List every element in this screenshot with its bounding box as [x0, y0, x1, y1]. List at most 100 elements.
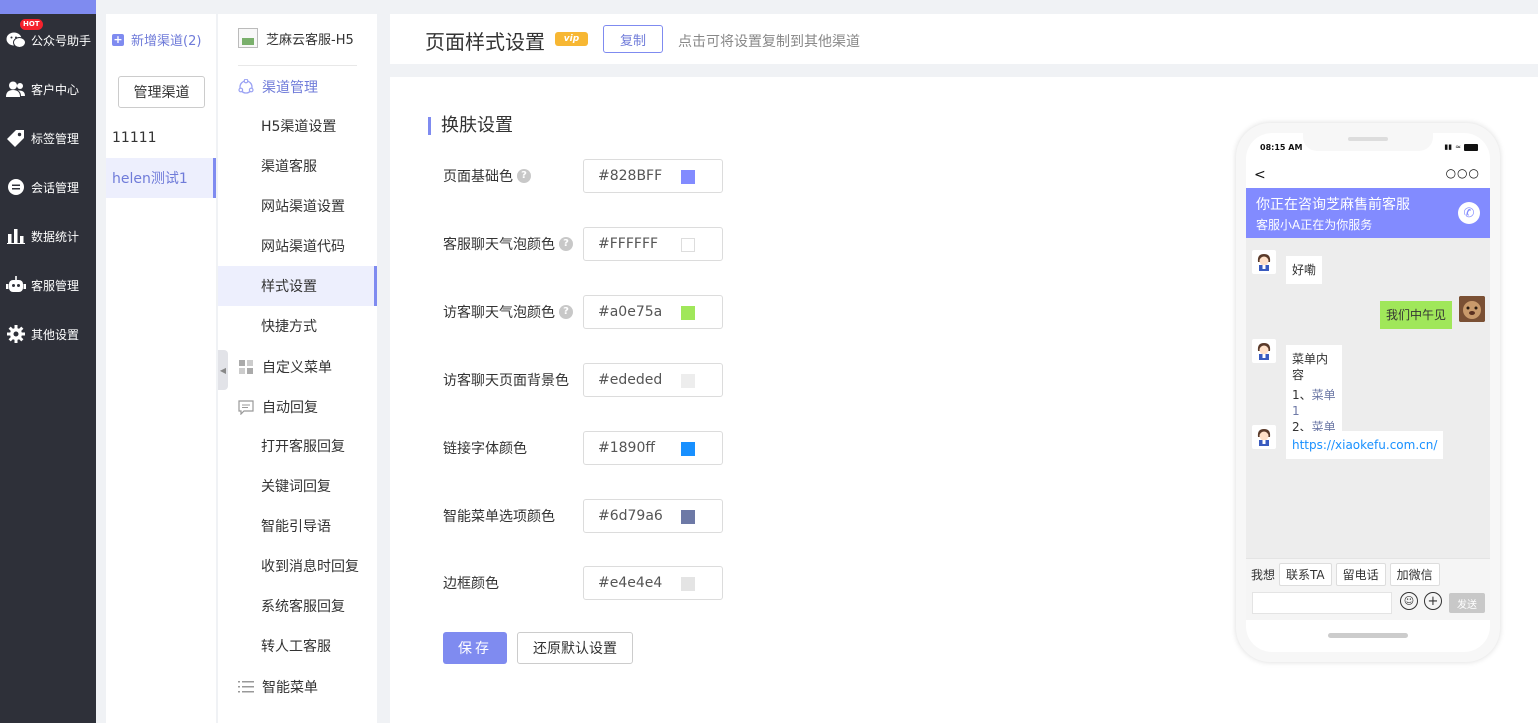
copy-hint: 点击可将设置复制到其他渠道 — [678, 34, 860, 50]
list-icon — [238, 679, 254, 695]
section-title: 换肤设置 — [428, 117, 513, 135]
color-swatch[interactable] — [681, 374, 695, 388]
banner-title: 你正在咨询芝麻售前客服 — [1256, 197, 1410, 213]
nav-item-label: 标签管理 — [31, 131, 80, 146]
menu-item-web-settings[interactable]: 网站渠道设置 — [218, 186, 377, 226]
row-label-link-color: 链接字体颜色 — [443, 441, 527, 457]
bar-chart-icon — [6, 226, 26, 246]
nav-item-label: 公众号助手 — [31, 33, 92, 48]
color-input-agent-bubble[interactable]: #FFFFFF — [583, 227, 723, 261]
menu-item-h5-settings[interactable]: H5渠道设置 — [218, 106, 377, 146]
help-icon[interactable]: ? — [559, 305, 573, 319]
color-input-menu-option[interactable]: #6d79a6 — [583, 499, 723, 533]
left-nav-topbar — [0, 0, 96, 14]
agent-avatar — [1252, 250, 1276, 274]
nav-item-label: 其他设置 — [31, 327, 80, 342]
robot-icon — [6, 275, 26, 295]
nav-item-stats[interactable]: 数据统计 — [0, 221, 96, 251]
nav-item-sessions[interactable]: 会话管理 — [0, 172, 96, 202]
status-time: 08:15 AM — [1260, 143, 1303, 152]
send-button[interactable]: 发送 — [1449, 593, 1485, 613]
channel-item[interactable]: 11111 — [106, 118, 216, 158]
menu-item-web-code[interactable]: 网站渠道代码 — [218, 226, 377, 266]
add-icon[interactable]: + — [1424, 592, 1442, 610]
phone-notch — [1303, 133, 1433, 151]
phone-preview: 08:15 AM ▮▮ ≈ < ○○○ 你正在咨询芝麻售前客服 客服小A正在为你服… — [1236, 123, 1500, 662]
color-swatch[interactable] — [681, 306, 695, 320]
color-input-visitor-bubble[interactable]: #a0e75a — [583, 295, 723, 329]
page-header: 页面样式设置 vip 复制 点击可将设置复制到其他渠道 — [390, 14, 1538, 64]
menu-item-smart-guide[interactable]: 智能引导语 — [218, 506, 377, 546]
quick-reply-label: 我想 — [1251, 568, 1276, 582]
app-name: 芝麻云客服-H5 — [266, 32, 354, 48]
color-input-base[interactable]: #828BFF — [583, 159, 723, 193]
help-icon[interactable]: ? — [559, 237, 573, 251]
back-icon[interactable]: < — [1254, 167, 1266, 183]
wifi-icon: ≈ — [1455, 143, 1461, 151]
nav-item-label: 客服管理 — [31, 278, 80, 293]
visitor-message: 我们中午见 — [1380, 301, 1453, 329]
emoji-icon[interactable]: ☺ — [1400, 592, 1418, 610]
chat-area: 好嘞 我们中午见 菜单内容 1、菜单1 2、菜单2 https://xiaoke… — [1246, 238, 1490, 558]
reset-default-button[interactable]: 还原默认设置 — [517, 632, 633, 664]
home-indicator — [1328, 633, 1408, 638]
color-swatch[interactable] — [681, 510, 695, 524]
nav-item-customers[interactable]: 客户中心 — [0, 74, 96, 104]
message-input[interactable] — [1252, 592, 1392, 614]
menu-item-channel-agents[interactable]: 渠道客服 — [218, 146, 377, 186]
nav-item-agents[interactable]: 客服管理 — [0, 270, 96, 300]
color-swatch[interactable] — [681, 577, 695, 591]
menu-item-system-reply[interactable]: 系统客服回复 — [218, 586, 377, 626]
menu-group-label: 渠道管理 — [262, 80, 318, 96]
menu-item-shortcuts[interactable]: 快捷方式 — [218, 306, 377, 346]
signal-icon: ▮▮ — [1444, 143, 1453, 151]
menu-item-keyword-reply[interactable]: 关键词回复 — [218, 466, 377, 506]
app-logo-icon — [238, 28, 258, 48]
divider — [238, 65, 357, 66]
nav-item-other-settings[interactable]: 其他设置 — [0, 319, 96, 349]
add-channel-button[interactable]: + 新增渠道(2) — [112, 30, 201, 49]
quick-contact-button[interactable]: 联系TA — [1279, 563, 1332, 586]
menu-group-custom-menu[interactable]: 自定义菜单 — [218, 347, 377, 387]
help-icon[interactable]: ? — [517, 169, 531, 183]
row-label-visitor-bubble: 访客聊天气泡颜色? — [443, 295, 573, 329]
quick-phone-button[interactable]: 留电话 — [1335, 563, 1386, 586]
manage-channels-button[interactable]: 管理渠道 — [118, 76, 205, 108]
phone-call-icon[interactable]: ✆ — [1458, 202, 1480, 224]
copy-button[interactable]: 复制 — [603, 25, 663, 53]
menu-item-receive-reply[interactable]: 收到消息时回复 — [218, 546, 377, 586]
color-swatch[interactable] — [681, 442, 695, 456]
menu-title: 菜单内容 — [1292, 352, 1329, 382]
vip-badge: vip — [555, 32, 588, 46]
agent-avatar — [1252, 425, 1276, 449]
nav-item-tags[interactable]: 标签管理 — [0, 123, 96, 153]
color-input-chat-bg[interactable]: #ededed — [583, 363, 723, 397]
color-input-link[interactable]: #1890ff — [583, 431, 723, 465]
chat-link[interactable]: https://xiaokefu.com.cn/ — [1292, 438, 1437, 452]
color-swatch[interactable] — [681, 170, 695, 184]
channel-icon — [238, 79, 254, 95]
menu-item-style-settings[interactable]: 样式设置 — [218, 266, 377, 306]
menu-group-smart-menu[interactable]: 智能菜单 — [218, 667, 377, 707]
menu-group-channel[interactable]: 渠道管理 — [218, 67, 377, 107]
color-input-border[interactable]: #e4e4e4 — [583, 566, 723, 600]
nav-item-wechat-assistant[interactable]: 公众号助手 — [0, 25, 96, 55]
menu-group-label: 智能菜单 — [262, 680, 318, 696]
tag-icon — [6, 128, 26, 148]
save-button[interactable]: 保存 — [443, 632, 507, 664]
collapse-menu-toggle[interactable]: ◀ — [218, 350, 228, 390]
menu-item-transfer-human[interactable]: 转人工客服 — [218, 626, 377, 666]
quick-wechat-button[interactable]: 加微信 — [1389, 563, 1440, 586]
channel-item-active[interactable]: helen测试1 — [106, 158, 216, 198]
menu-group-label: 自动回复 — [262, 400, 318, 416]
nav-item-label: 数据统计 — [31, 229, 80, 244]
menu-option-1[interactable]: 1、菜单1 — [1292, 387, 1336, 419]
menu-item-open-reply[interactable]: 打开客服回复 — [218, 426, 377, 466]
menu-group-auto-reply[interactable]: 自动回复 — [218, 387, 377, 427]
nav-item-label: 客户中心 — [31, 82, 80, 97]
color-swatch[interactable] — [681, 238, 695, 252]
add-channel-label: 新增渠道(2) — [131, 34, 202, 49]
row-label-border: 边框颜色 — [443, 576, 499, 592]
nav-item-label: 会话管理 — [31, 180, 80, 195]
more-icon[interactable]: ○○○ — [1446, 166, 1480, 180]
